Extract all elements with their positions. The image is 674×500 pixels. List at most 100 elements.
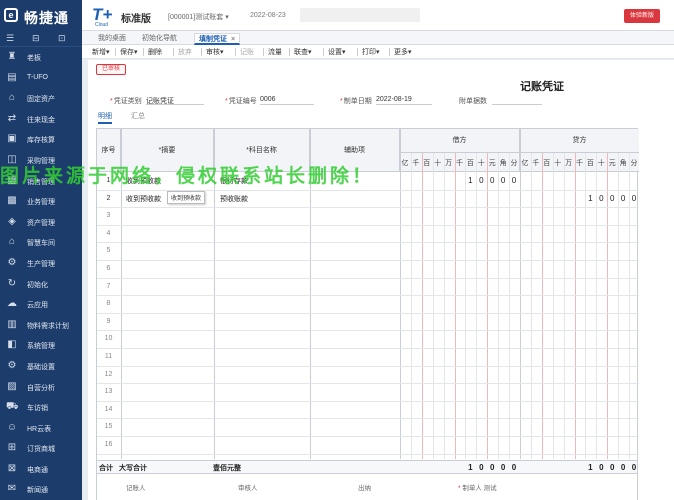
toolbar-button[interactable]: 保存▾: [120, 47, 138, 57]
sidebar-item[interactable]: ◈ 资产管理: [0, 212, 82, 233]
sidebar-item-label: 云应用: [27, 302, 48, 310]
sidebar-item[interactable]: ♜ 老板: [0, 47, 82, 68]
table-row[interactable]: 10: [97, 330, 639, 348]
account-cell[interactable]: 预收账款: [220, 194, 248, 204]
table-row[interactable]: 15: [97, 418, 639, 436]
sidebar-item[interactable]: ▩ 业务管理: [0, 191, 82, 212]
table-row[interactable]: 16: [97, 436, 639, 454]
toolbar-button[interactable]: 流量: [268, 47, 282, 57]
settings-icon: ⚙: [7, 359, 17, 371]
sidebar-item-label: 自营分析: [27, 384, 55, 392]
debit-digit: 0: [511, 176, 517, 185]
voucher-type-field[interactable]: 记账凭证: [146, 96, 204, 105]
sidebar-item[interactable]: ⚙ 生产管理: [0, 253, 82, 274]
voucher-no-field[interactable]: 0006: [260, 96, 314, 105]
digit-unit: 万: [565, 160, 573, 167]
subtab-summary[interactable]: 汇总: [131, 111, 145, 121]
product-logo-sub: Cloud: [95, 22, 109, 28]
try-new-version-button[interactable]: 体验新版: [624, 9, 660, 23]
table-row[interactable]: 14: [97, 401, 639, 419]
sidebar-item-label: 采购管理: [27, 157, 55, 165]
voucher-grid: 序号 *摘要 *科目名称 辅助项 借方 贷方 亿千百十万千百十元角分 亿千百十万…: [96, 128, 639, 500]
toolbar-button[interactable]: 更多▾: [394, 47, 412, 57]
account-selector[interactable]: [000001]测试账套 ▾: [168, 12, 229, 22]
table-row[interactable]: 8: [97, 295, 639, 313]
digit-unit: 十: [597, 160, 605, 167]
toolbar-button[interactable]: 记账: [240, 47, 254, 57]
collapse-icon[interactable]: ⊟: [32, 33, 40, 44]
row-divider: [97, 453, 639, 455]
credit-digit: 0: [631, 193, 637, 203]
layout-icon[interactable]: ⊡: [58, 33, 66, 44]
digit-unit: 分: [510, 160, 518, 167]
table-row[interactable]: 11: [97, 348, 639, 366]
sidebar-item[interactable]: ☁ 云应用: [0, 294, 82, 315]
table-row[interactable]: 5: [97, 242, 639, 260]
sidebar-item-label: 基础设置: [27, 363, 55, 371]
toolbar-separator: [323, 48, 324, 56]
sidebar-item-label: 往来现金: [27, 116, 55, 124]
total-debit-digit: 0: [511, 463, 517, 472]
tab-init-nav[interactable]: 初始化导航: [138, 33, 181, 45]
sidebar-item[interactable]: ⊞ 订货商城: [0, 438, 82, 459]
attachments-field[interactable]: [492, 96, 542, 105]
sidebar-item[interactable]: ↻ 初始化: [0, 274, 82, 295]
table-row[interactable]: 9: [97, 313, 639, 331]
subtab-detail[interactable]: 明细: [98, 111, 112, 124]
voucher-date-label: *制单日期: [340, 98, 372, 105]
voucher-title: 记账凭证: [520, 81, 564, 93]
voucher-date-field[interactable]: 2022-08-19: [376, 96, 432, 105]
row-number: 15: [104, 423, 113, 431]
table-row[interactable]: 6: [97, 260, 639, 278]
digit-unit: 亿: [521, 160, 529, 167]
toolbar-button[interactable]: 放弃: [178, 47, 192, 57]
sidebar-item[interactable]: ▦ 销售管理: [0, 171, 82, 192]
table-row[interactable]: 1 收到预收款 银行存款 1 0 0 0 0: [97, 172, 639, 190]
header-debit-units: 亿千百十万千百十元角分: [400, 153, 520, 172]
sidebar-item[interactable]: ✉ 新闻通: [0, 479, 82, 500]
tab-voucher-entry[interactable]: 填制凭证 ×: [194, 33, 241, 45]
sidebar-item[interactable]: ⌂ 智慧车间: [0, 232, 82, 253]
news-icon: ✉: [7, 483, 17, 495]
tab-desktop[interactable]: 我的桌面: [94, 33, 130, 45]
summary-cell[interactable]: 收到预收款: [126, 176, 161, 186]
debit-digit: 0: [489, 176, 495, 185]
summary-cell[interactable]: 收到预收款: [126, 194, 161, 204]
sidebar-item[interactable]: ◧ 系统管理: [0, 335, 82, 356]
toolbar-button[interactable]: 删除: [148, 47, 162, 57]
digit-unit: 十: [434, 160, 442, 167]
toolbar-button[interactable]: 联查▾: [294, 47, 312, 57]
sidebar-item[interactable]: ⇄ 往来现金: [0, 109, 82, 130]
auditor-label: 审核人: [238, 485, 258, 492]
sidebar-item[interactable]: ⛟ 车访销: [0, 397, 82, 418]
sidebar-item[interactable]: ◫ 采购管理: [0, 150, 82, 171]
table-row[interactable]: 4: [97, 225, 639, 243]
sidebar-item[interactable]: ▤ T-UFO: [0, 68, 82, 89]
close-icon[interactable]: ×: [231, 36, 235, 43]
row-number: 12: [104, 370, 113, 378]
credit-digit: 1: [588, 193, 593, 203]
toolbar-button[interactable]: 审核▾: [206, 47, 224, 57]
sidebar-tools: ☰ ⊟ ⊡: [0, 31, 82, 47]
menu-icon[interactable]: ☰: [6, 33, 14, 44]
table-row[interactable]: 3: [97, 207, 639, 225]
brand-block[interactable]: e 畅捷通: [0, 0, 82, 31]
sidebar-item[interactable]: ▣ 库存核算: [0, 129, 82, 150]
sidebar-item[interactable]: ⊠ 电商通: [0, 459, 82, 480]
toolbar-button[interactable]: 新增▾: [92, 47, 110, 57]
sidebar-item[interactable]: ⚙ 基础设置: [0, 356, 82, 377]
total-debit-digit: 1: [468, 463, 473, 472]
table-row[interactable]: 7: [97, 278, 639, 296]
digit-unit: 亿: [401, 160, 409, 167]
toolbar-button[interactable]: 打印▾: [362, 47, 380, 57]
bookkeeper-label: 记账人: [126, 485, 146, 492]
sidebar-item[interactable]: ▥ 物料需求计划: [0, 315, 82, 336]
table-row[interactable]: 12: [97, 366, 639, 384]
sidebar-item[interactable]: ☺ HR云表: [0, 418, 82, 439]
sidebar-item[interactable]: ▨ 自营分析: [0, 377, 82, 398]
sidebar-item[interactable]: ⌂ 固定资产: [0, 88, 82, 109]
toolbar-button[interactable]: 设置▾: [328, 47, 346, 57]
capital-total-value: 壹佰元整: [213, 465, 241, 472]
table-row[interactable]: 13: [97, 383, 639, 401]
account-cell[interactable]: 银行存款: [220, 176, 248, 186]
